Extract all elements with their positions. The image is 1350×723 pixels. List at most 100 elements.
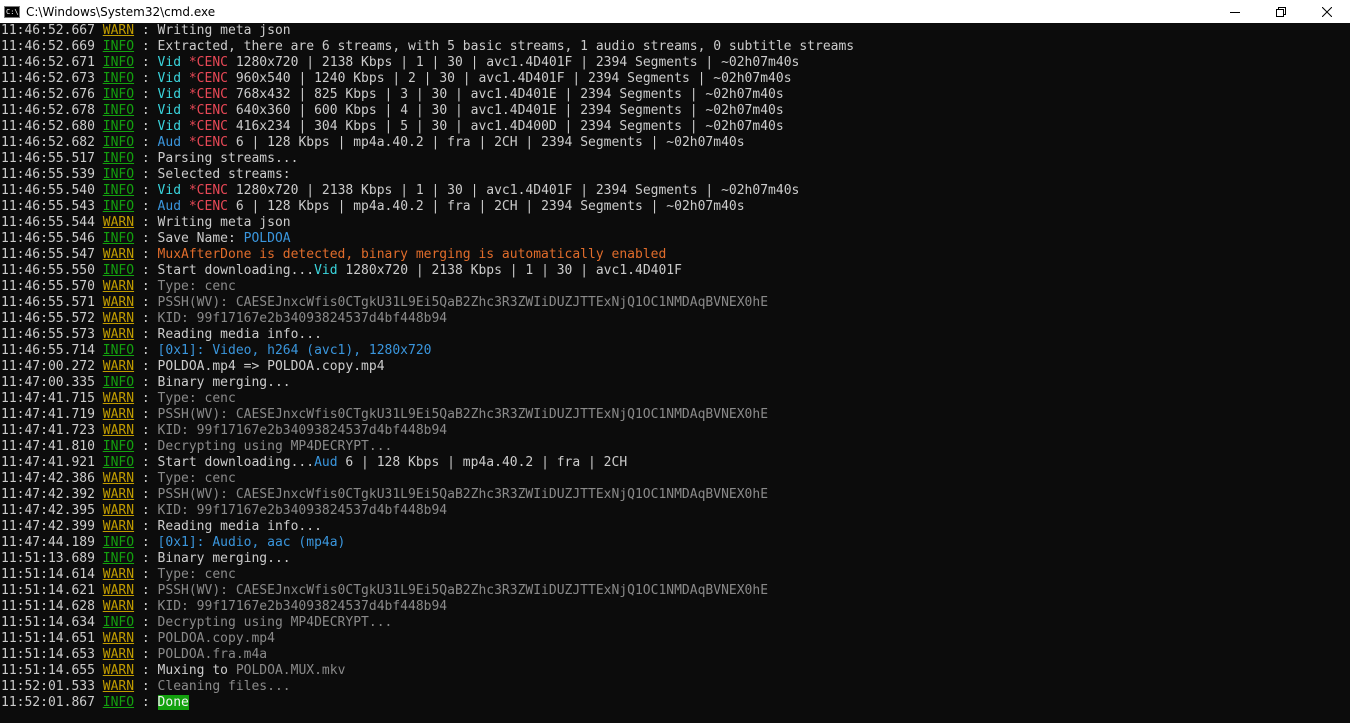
log-message: POLDOA.fra.m4a: [157, 647, 268, 662]
log-message: *CENC: [188, 183, 236, 198]
log-level: INFO: [102, 343, 135, 358]
log-timestamp: 11:46:55.546: [1, 231, 95, 246]
title-bar[interactable]: C:\ C:\Windows\System32\cmd.exe: [0, 0, 1350, 23]
log-timestamp: 11:46:55.540: [1, 183, 95, 198]
log-level: INFO: [102, 263, 135, 278]
log-timestamp: 11:47:42.386: [1, 471, 95, 486]
console-line: 11:46:55.570 WARN : Type: cenc: [1, 279, 236, 294]
log-timestamp: 11:52:01.533: [1, 679, 95, 694]
log-level: INFO: [102, 199, 135, 214]
log-message: Vid: [157, 71, 189, 86]
console-line: 11:47:41.723 WARN : KID: 99f17167e2b3409…: [1, 423, 448, 438]
log-level: WARN: [102, 407, 135, 422]
console-output[interactable]: 11:46:52.667 WARN : Writing meta json 11:…: [0, 23, 1350, 723]
log-timestamp: 11:47:00.272: [1, 359, 95, 374]
log-level: WARN: [102, 311, 135, 326]
log-level: WARN: [102, 295, 135, 310]
log-message: [0x1]: Video, h264 (avc1), 1280x720: [157, 343, 432, 358]
console-line: 11:46:55.573 WARN : Reading media info..…: [1, 327, 322, 342]
log-timestamp: 11:46:52.673: [1, 71, 95, 86]
log-message: Aud: [314, 455, 346, 470]
console-line: 11:46:55.571 WARN : PSSH(WV): CAESEJnxcW…: [1, 295, 769, 310]
log-level: INFO: [102, 151, 135, 166]
console-line: 11:46:52.667 WARN : Writing meta json: [1, 23, 291, 38]
console-line: 11:51:13.689 INFO : Binary merging...: [1, 551, 291, 566]
log-message: *CENC: [188, 119, 236, 134]
log-message: Parsing streams...: [157, 151, 299, 166]
log-message: KID: 99f17167e2b34093824537d4bf448b94: [157, 503, 448, 518]
console-line: 11:47:41.921 INFO : Start downloading...…: [1, 455, 628, 470]
close-button[interactable]: [1304, 0, 1350, 23]
log-message: Aud: [157, 135, 189, 150]
log-message: Extracted, there are 6 streams, with 5 b…: [157, 39, 855, 54]
log-message: Aud: [157, 199, 189, 214]
log-message: POLDOA.copy.mp4: [157, 631, 275, 646]
console-line: 11:47:42.392 WARN : PSSH(WV): CAESEJnxcW…: [1, 487, 769, 502]
restore-button[interactable]: [1258, 0, 1304, 23]
log-message: Vid: [157, 119, 189, 134]
console-line: 11:52:01.867 INFO : Done: [1, 695, 189, 710]
log-timestamp: 11:46:55.544: [1, 215, 95, 230]
log-timestamp: 11:47:42.395: [1, 503, 95, 518]
console-line: 11:47:42.395 WARN : KID: 99f17167e2b3409…: [1, 503, 448, 518]
log-timestamp: 11:46:52.682: [1, 135, 95, 150]
log-level: INFO: [102, 71, 135, 86]
log-message: Binary merging...: [157, 551, 291, 566]
console-line: 11:51:14.634 INFO : Decrypting using MP4…: [1, 615, 393, 630]
window-controls: [1212, 0, 1350, 23]
log-level: INFO: [102, 119, 135, 134]
log-level: INFO: [102, 535, 135, 550]
log-message: Decrypting using MP4DECRYPT...: [157, 439, 393, 454]
console-line: 11:51:14.628 WARN : KID: 99f17167e2b3409…: [1, 599, 448, 614]
console-app-icon[interactable]: C:\: [4, 5, 20, 18]
log-timestamp: 11:46:52.669: [1, 39, 95, 54]
log-message: 1280x720 | 2138 Kbps | 1 | 30 | avc1.4D4…: [235, 55, 800, 70]
log-message: Start downloading...: [157, 455, 315, 470]
log-timestamp: 11:46:55.539: [1, 167, 95, 182]
window-title: C:\Windows\System32\cmd.exe: [26, 4, 216, 19]
console-line: 11:47:41.715 WARN : Type: cenc: [1, 391, 236, 406]
log-timestamp: 11:47:42.399: [1, 519, 95, 534]
close-icon: [1322, 6, 1332, 17]
log-message: 768x432 | 825 Kbps | 3 | 30 | avc1.4D401…: [235, 87, 784, 102]
log-timestamp: 11:51:14.614: [1, 567, 95, 582]
minimize-button[interactable]: [1212, 0, 1258, 23]
log-message: PSSH(WV): CAESEJnxcWfis0CTgkU31L9Ei5QaB2…: [157, 407, 769, 422]
log-timestamp: 11:46:55.571: [1, 295, 95, 310]
console-line: 11:51:14.655 WARN : Muxing to POLDOA.MUX…: [1, 663, 346, 678]
log-timestamp: 11:47:41.921: [1, 455, 95, 470]
log-message: 1280x720 | 2138 Kbps | 1 | 30 | avc1.4D4…: [235, 183, 800, 198]
log-level: WARN: [102, 247, 135, 262]
console-line: 11:47:41.719 WARN : PSSH(WV): CAESEJnxcW…: [1, 407, 769, 422]
log-level: WARN: [102, 663, 135, 678]
log-message: Selected streams:: [157, 167, 291, 182]
console-line: 11:46:55.714 INFO : [0x1]: Video, h264 (…: [1, 343, 432, 358]
log-message: *CENC: [188, 103, 236, 118]
log-message: POLDOA.mp4 => POLDOA.copy.mp4: [157, 359, 385, 374]
log-message: Type: cenc: [157, 279, 236, 294]
log-level: INFO: [102, 87, 135, 102]
log-timestamp: 11:46:55.570: [1, 279, 95, 294]
log-level: INFO: [102, 455, 135, 470]
console-line: 11:51:14.621 WARN : PSSH(WV): CAESEJnxcW…: [1, 583, 769, 598]
log-level: INFO: [102, 55, 135, 70]
console-line: 11:47:42.399 WARN : Reading media info..…: [1, 519, 322, 534]
console-line: 11:46:52.682 INFO : Aud *CENC 6 | 128 Kb…: [1, 135, 745, 150]
log-timestamp: 11:51:14.621: [1, 583, 95, 598]
log-level: WARN: [102, 423, 135, 438]
log-timestamp: 11:46:52.671: [1, 55, 95, 70]
log-timestamp: 11:46:55.547: [1, 247, 95, 262]
console-line: 11:46:55.547 WARN : MuxAfterDone is dete…: [1, 247, 667, 262]
log-message: Vid: [157, 103, 189, 118]
log-message: Writing meta json: [157, 23, 291, 38]
log-timestamp: 11:47:41.810: [1, 439, 95, 454]
console-line: 11:46:52.671 INFO : Vid *CENC 1280x720 |…: [1, 55, 800, 70]
log-timestamp: 11:47:41.723: [1, 423, 95, 438]
log-level: INFO: [102, 231, 135, 246]
log-level: INFO: [102, 39, 135, 54]
log-level: INFO: [102, 103, 135, 118]
log-message: 6 | 128 Kbps | mp4a.40.2 | fra | 2CH | 2…: [235, 199, 745, 214]
console-line: 11:51:14.651 WARN : POLDOA.copy.mp4: [1, 631, 275, 646]
log-level: WARN: [102, 583, 135, 598]
minimize-icon: [1230, 11, 1240, 13]
